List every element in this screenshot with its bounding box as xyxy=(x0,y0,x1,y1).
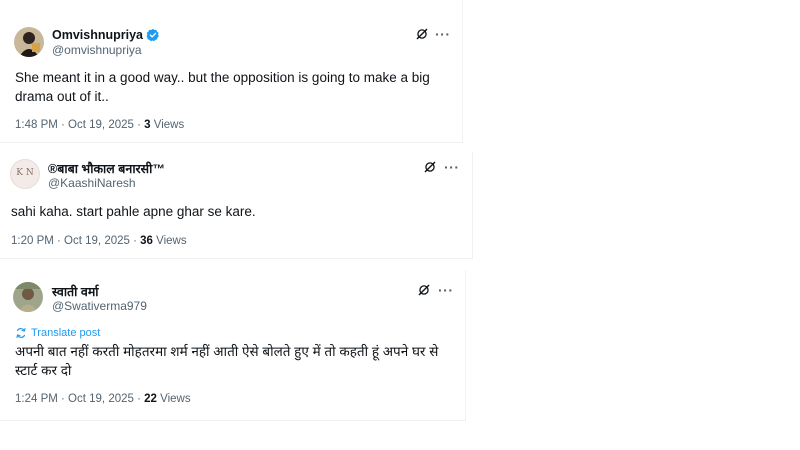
grok-icon[interactable] xyxy=(415,27,429,41)
display-name[interactable]: Omvishnupriya xyxy=(52,28,160,42)
tweet-timestamp[interactable]: 1:48 PM · Oct 19, 2025 · xyxy=(15,119,144,131)
tweet-card[interactable]: स्वाती वर्मा @Swativerma979 ··· Translat… xyxy=(0,270,466,421)
views-label: Views xyxy=(160,393,191,405)
views-label: Views xyxy=(156,235,187,247)
avatar-monogram: K N xyxy=(16,168,34,178)
grok-icon[interactable] xyxy=(417,283,431,297)
more-options-icon[interactable]: ··· xyxy=(438,283,454,297)
views-count: 22 xyxy=(144,393,157,405)
handle[interactable]: @KaashiNaresh xyxy=(48,176,136,190)
tweet-text: अपनी बात नहीं करती मोहतरमा शर्म नहीं आती… xyxy=(15,344,439,378)
display-name-text: Omvishnupriya xyxy=(52,28,143,42)
translate-post-link[interactable]: Translate post xyxy=(15,327,100,339)
avatar[interactable] xyxy=(13,282,43,312)
views-count: 36 xyxy=(140,235,153,247)
avatar-image xyxy=(14,27,44,57)
tweet-meta: 1:20 PM · Oct 19, 2025 · 36 Views xyxy=(11,235,187,247)
tweet-text: She meant it in a good way.. but the opp… xyxy=(15,70,430,104)
handle[interactable]: @Swativerma979 xyxy=(52,299,147,313)
tweet-card[interactable]: Omvishnupriya @omvishnupriya ··· She mea… xyxy=(0,0,463,143)
avatar[interactable]: K N xyxy=(10,159,40,189)
avatar-image xyxy=(13,282,43,312)
tweet-meta: 1:48 PM · Oct 19, 2025 · 3 Views xyxy=(15,119,184,131)
views-count: 3 xyxy=(144,119,151,131)
display-name-text: स्वाती वर्मा xyxy=(52,285,99,299)
verified-badge-icon xyxy=(146,28,159,42)
more-options-icon[interactable]: ··· xyxy=(435,27,451,41)
tweet-text: sahi kaha. start pahle apne ghar se kare… xyxy=(11,204,256,219)
display-name[interactable]: स्वाती वर्मा xyxy=(52,283,99,300)
display-name-text: ®बाबा भौकाल बनारसी™ xyxy=(48,162,165,176)
avatar[interactable] xyxy=(14,27,44,57)
handle[interactable]: @omvishnupriya xyxy=(52,43,142,57)
tweet-timestamp[interactable]: 1:24 PM · Oct 19, 2025 · xyxy=(15,393,144,405)
display-name[interactable]: ®बाबा भौकाल बनारसी™ xyxy=(48,160,165,177)
views-label: Views xyxy=(153,119,185,131)
translate-icon xyxy=(16,327,26,339)
tweet-card[interactable]: K N ®बाबा भौकाल बनारसी™ @KaashiNaresh ··… xyxy=(0,152,473,259)
translate-label: Translate post xyxy=(31,327,101,339)
tweet-timestamp[interactable]: 1:20 PM · Oct 19, 2025 · xyxy=(11,235,140,247)
grok-icon[interactable] xyxy=(423,160,437,174)
more-options-icon[interactable]: ··· xyxy=(444,160,460,174)
tweet-meta: 1:24 PM · Oct 19, 2025 · 22 Views xyxy=(15,393,191,405)
